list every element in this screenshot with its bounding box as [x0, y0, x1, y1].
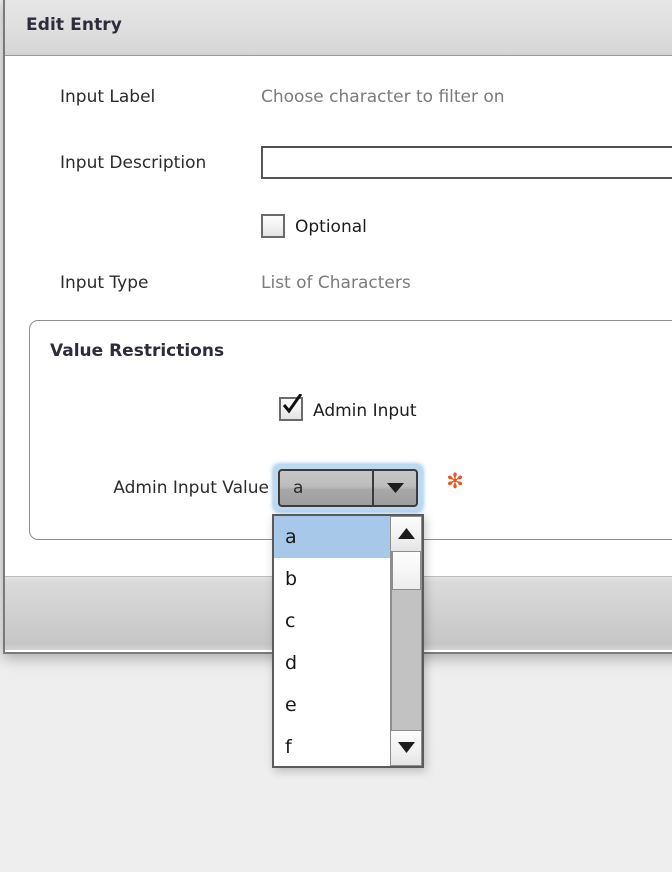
input-label-label: Input Label [60, 87, 156, 107]
dropdown-option[interactable]: c [274, 600, 390, 642]
required-asterisk-icon: ✻ [446, 469, 464, 493]
check-icon [282, 394, 302, 416]
dropdown-scrollbar[interactable] [390, 516, 422, 766]
admin-input-value-label: Admin Input Value [113, 478, 269, 498]
value-restrictions-title: Value Restrictions [50, 341, 225, 361]
dropdown-scrollbar-track[interactable] [391, 552, 422, 730]
row-input-label: Input Label Choose character to filter o… [5, 86, 672, 120]
admin-input-value-dropdown[interactable]: abcdef [272, 514, 424, 768]
dropdown-option[interactable]: d [274, 642, 390, 684]
admin-input-checkbox-label: Admin Input [313, 401, 417, 421]
input-description-field[interactable] [261, 146, 672, 179]
dialog-titlebar: Edit Entry [5, 0, 672, 56]
dropdown-option[interactable]: e [274, 684, 390, 726]
dropdown-option[interactable]: a [274, 516, 390, 558]
optional-checkbox[interactable] [261, 214, 285, 238]
row-input-type: Input Type List of Characters [5, 272, 672, 306]
combobox-arrow-button[interactable] [372, 471, 416, 505]
combobox-selected-value: a [293, 478, 304, 498]
row-optional: Optional [5, 214, 672, 248]
dialog-body: Input Label Choose character to filter o… [5, 56, 672, 576]
dropdown-option[interactable]: f [274, 726, 390, 766]
combobox-face[interactable]: a [278, 469, 418, 507]
input-type-value: List of Characters [261, 273, 411, 293]
dialog-title: Edit Entry [26, 15, 122, 35]
scroll-down-arrow-icon[interactable] [391, 730, 422, 766]
optional-checkbox-label: Optional [295, 217, 367, 237]
input-type-label: Input Type [60, 273, 149, 293]
row-input-description: Input Description [5, 146, 672, 180]
input-label-value: Choose character to filter on [261, 87, 505, 107]
admin-input-checkbox[interactable] [279, 394, 303, 421]
input-description-label: Input Description [60, 153, 207, 173]
dropdown-option[interactable]: b [274, 558, 390, 600]
chevron-down-icon [386, 482, 404, 494]
admin-input-value-combobox[interactable]: a [274, 465, 422, 511]
scroll-up-arrow-icon[interactable] [391, 516, 422, 552]
dropdown-scrollbar-thumb[interactable] [392, 552, 421, 590]
value-restrictions-panel: Value Restrictions Admin Input Admin Inp… [29, 320, 672, 540]
dropdown-option-list[interactable]: abcdef [274, 516, 390, 766]
